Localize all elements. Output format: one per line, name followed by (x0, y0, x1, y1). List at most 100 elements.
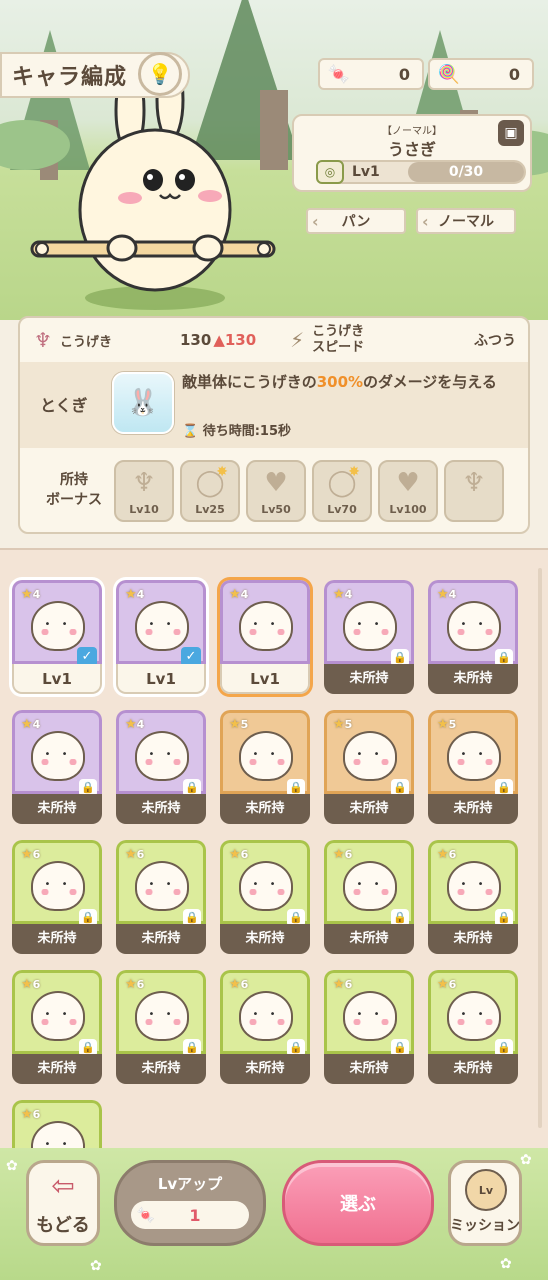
star-count: 5 (344, 718, 353, 731)
character-scene: キャラ編成 💡 🍬 0 🍭 0 【ノーマル】 うさぎ ▣ ◎ Lv1 0/30 … (0, 0, 548, 320)
star-icon: ★ (125, 717, 137, 732)
bonus-label-line2: ボーナス (46, 492, 102, 508)
flower-decoration: ✿ (520, 1152, 532, 1168)
star-icon: ★ (125, 847, 137, 862)
star-rank: ★6 (437, 977, 456, 992)
character-card[interactable]: ★5🔒未所持 (428, 710, 518, 824)
candy-icon: 🍬 (327, 63, 351, 85)
hourglass-icon: ⌛ (182, 424, 199, 439)
star-count: 6 (240, 848, 249, 861)
character-card[interactable]: ★6🔒未所持 (324, 840, 414, 954)
character-card[interactable]: ★4🔒未所持 (12, 710, 102, 824)
bonus-item[interactable]: ♥ Lv50 (246, 460, 306, 522)
candy-icon: 🍬 (136, 1206, 156, 1224)
card-status: 未所持 (220, 924, 310, 954)
character-card[interactable]: ★4🔒未所持 (116, 710, 206, 824)
hint-lightbulb-icon[interactable]: 💡 (138, 52, 182, 96)
character-grid[interactable]: ★4✓Lv1★4✓Lv1★4Lv1★4🔒未所持★4🔒未所持★4🔒未所持★4🔒未所… (0, 548, 548, 1148)
card-status: 未所持 (324, 1054, 414, 1084)
star-rank: ★6 (333, 977, 352, 992)
star-icon: ★ (21, 1107, 33, 1122)
star-rank: ★4 (437, 587, 456, 602)
character-card[interactable]: ★6🔒未所持 (324, 970, 414, 1084)
card-portrait: ★6🔒 (12, 840, 102, 927)
skill-label: とくぎ (40, 396, 88, 415)
mission-icon: Lv (465, 1169, 507, 1211)
character-card[interactable]: ★4 Lv1 (220, 580, 310, 694)
star-icon: ★ (21, 977, 33, 992)
character-card[interactable]: ★4🔒未所持 (428, 580, 518, 694)
level-up-cost: 🍬 1 (131, 1201, 249, 1229)
character-card[interactable]: ★6🔒 (12, 1100, 102, 1148)
character-face-icon (343, 861, 397, 911)
ring-bonus-icon: ◯ (327, 468, 357, 498)
character-card[interactable]: ★6🔒未所持 (428, 840, 518, 954)
character-card[interactable]: ★4✓Lv1 (12, 580, 102, 694)
lollipop-icon: 🍭 (437, 63, 461, 85)
photo-icon[interactable]: ▣ (498, 120, 524, 146)
character-face-icon (239, 601, 293, 651)
card-portrait: ★6🔒 (324, 840, 414, 927)
bonus-item[interactable]: ✸ ◯ Lv25 (180, 460, 240, 522)
star-rank: ★6 (229, 977, 248, 992)
character-face-icon (343, 991, 397, 1041)
stats-row: ♆ こうげき 130 ▲130 ⚡ こうげき スピード ふつう (20, 318, 528, 362)
level-up-button[interactable]: Lvアップ 🍬 1 (114, 1160, 266, 1246)
character-card[interactable]: ★6🔒未所持 (220, 840, 310, 954)
star-rank: ★4 (21, 717, 40, 732)
select-button[interactable]: 選ぶ (282, 1160, 434, 1246)
card-portrait: ★4🔒 (12, 710, 102, 797)
card-status: 未所持 (220, 794, 310, 824)
level-label: Lv1 (352, 164, 380, 180)
star-count: 5 (448, 718, 457, 731)
character-face-icon (447, 731, 501, 781)
card-status: 未所持 (324, 924, 414, 954)
character-card[interactable]: ★6🔒未所持 (220, 970, 310, 1084)
character-face-icon (31, 861, 85, 911)
character-card[interactable]: ★6🔒未所持 (428, 970, 518, 1084)
attack-bonus-icon: ♆ (132, 468, 156, 498)
card-status: 未所持 (428, 1054, 518, 1084)
candy-currency: 🍬 0 (318, 58, 424, 90)
card-portrait: ★4🔒 (428, 580, 518, 667)
star-count: 6 (240, 978, 249, 991)
star-count: 4 (448, 588, 457, 601)
character-name: うさぎ (387, 140, 436, 159)
bonus-item[interactable]: ✸ ◯ Lv70 (312, 460, 372, 522)
card-portrait: ★6🔒 (116, 840, 206, 927)
character-card[interactable]: ★4🔒未所持 (324, 580, 414, 694)
bonus-item[interactable]: ♆ Lv10 (114, 460, 174, 522)
character-card[interactable]: ★6🔒未所持 (116, 970, 206, 1084)
star-count: 4 (136, 718, 145, 731)
level-up-cost-value: 1 (189, 1205, 201, 1225)
character-card[interactable]: ★4✓Lv1 (116, 580, 206, 694)
character-face-icon (135, 991, 189, 1041)
card-status: Lv1 (12, 664, 102, 694)
star-count: 6 (32, 1108, 41, 1121)
star-count: 6 (32, 848, 41, 861)
star-icon: ★ (333, 847, 345, 862)
star-icon: ★ (437, 717, 449, 732)
star-count: 6 (136, 978, 145, 991)
star-count: 4 (136, 588, 145, 601)
character-card[interactable]: ★5🔒未所持 (324, 710, 414, 824)
heart-bonus-icon: ♥ (396, 468, 420, 498)
skill-section: とくぎ 🐰 敵単体にこうげきの300%のダメージを与える ⌛ 待ち時間:15秒 (20, 362, 528, 448)
back-button[interactable]: ⇦ もどる (26, 1160, 100, 1246)
star-icon: ★ (437, 847, 449, 862)
speed-label-line2: スピード (312, 340, 365, 355)
character-card[interactable]: ★6🔒未所持 (12, 970, 102, 1084)
star-count: 6 (344, 848, 353, 861)
scrollbar[interactable] (538, 568, 542, 1128)
character-face-icon (447, 861, 501, 911)
star-count: 4 (32, 588, 41, 601)
bonus-item[interactable]: ♥ Lv100 (378, 460, 438, 522)
bonus-item[interactable]: ♆ (444, 460, 504, 522)
character-card[interactable]: ★6🔒未所持 (116, 840, 206, 954)
star-rank: ★4 (229, 587, 248, 602)
character-card[interactable]: ★6🔒未所持 (12, 840, 102, 954)
mission-button[interactable]: Lv ミッション (448, 1160, 522, 1246)
star-rank: ★5 (437, 717, 456, 732)
back-label: もどる (36, 1215, 90, 1236)
character-card[interactable]: ★5🔒未所持 (220, 710, 310, 824)
